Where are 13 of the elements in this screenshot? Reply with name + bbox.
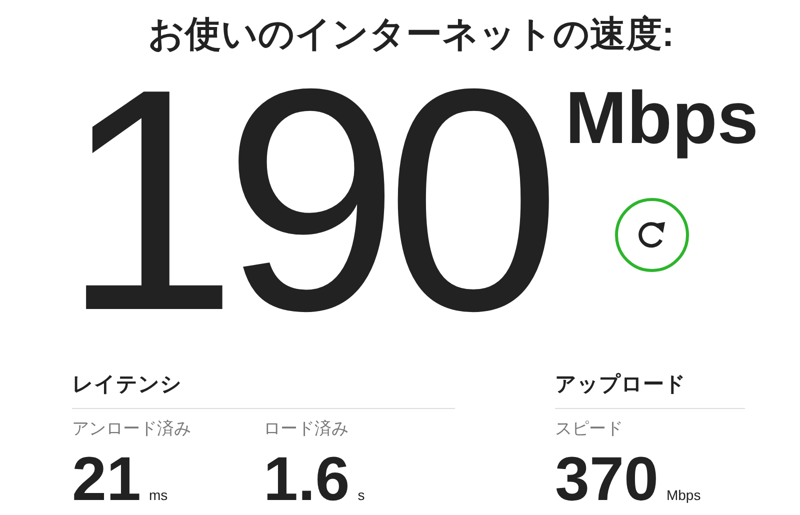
metric-label: アンロード済み bbox=[72, 418, 192, 439]
page-title: お使いのインターネットの速度: bbox=[147, 12, 675, 56]
section-heading: アップロード bbox=[555, 372, 745, 409]
metric-unit: Mbps bbox=[666, 487, 701, 503]
metric-unit: s bbox=[358, 487, 365, 503]
metric-value: 370 bbox=[555, 447, 658, 513]
metric-value: 1.6 bbox=[264, 447, 350, 513]
metric-value: 21 bbox=[72, 447, 141, 513]
metric-label: ロード済み bbox=[264, 418, 350, 439]
metric-label: スピード bbox=[555, 418, 624, 439]
section-heading: レイテンシ bbox=[72, 372, 455, 409]
speed-unit: Mbps bbox=[565, 78, 758, 158]
metric-unit: ms bbox=[148, 487, 168, 503]
